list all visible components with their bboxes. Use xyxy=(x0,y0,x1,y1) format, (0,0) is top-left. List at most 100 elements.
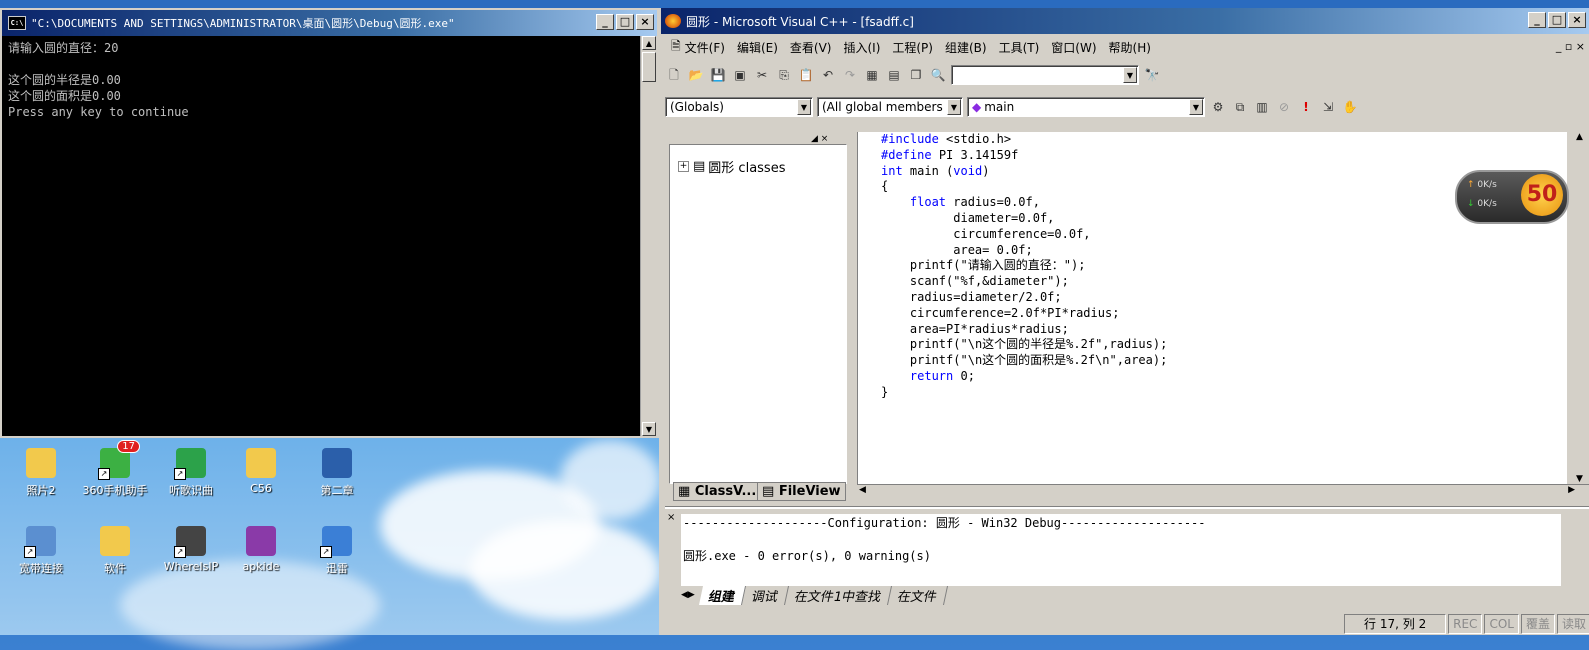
workspace-icon[interactable]: ▦ xyxy=(863,66,881,84)
desktop-icon[interactable]: ↗ 宽带连接 xyxy=(6,526,76,576)
wizard-actions-icon[interactable]: ⚙ xyxy=(1209,98,1227,116)
cursor-position: 行 17, 列 2 xyxy=(1344,614,1447,634)
vc-title-bar[interactable]: 圆形 - Microsoft Visual C++ - [fsadff.c] _… xyxy=(661,8,1589,34)
desktop-icon[interactable]: apkide xyxy=(226,526,296,573)
console-scrollbar[interactable]: ▲ ▼ xyxy=(640,36,658,436)
save-icon[interactable]: 💾 xyxy=(709,66,727,84)
breakpoint-icon[interactable]: ✋ xyxy=(1341,98,1359,116)
vc-app-icon xyxy=(665,14,681,28)
paste-icon[interactable]: 📋 xyxy=(797,66,815,84)
menu-item[interactable]: 窗口(W) xyxy=(1051,39,1096,56)
find-in-files-icon[interactable]: 🔍 xyxy=(929,66,947,84)
undo-icon[interactable]: ↶ xyxy=(819,66,837,84)
desktop-icon[interactable]: C56 xyxy=(226,448,296,495)
classview-icon: ▦ xyxy=(678,484,691,499)
code-line: printf("\n这个圆的面积是%.2f\n",area); xyxy=(909,353,1168,368)
menu-item[interactable]: 帮助(H) xyxy=(1109,39,1151,56)
desktop-icon[interactable]: ↗ 迅雷 xyxy=(302,526,372,576)
tab-scroll-arrows[interactable]: ◀▶ xyxy=(681,590,695,600)
mdi-controls[interactable]: _ ▫ × xyxy=(1556,40,1585,53)
code-line: scanf("%f,&diameter"); xyxy=(909,274,1069,289)
tree-root-item[interactable]: + ▤ 圆形 classes xyxy=(678,157,785,176)
desktop-icon[interactable]: 17 ↗ 360手机助手 xyxy=(80,440,150,498)
code-line: radius=diameter/2.0f; xyxy=(909,289,1062,304)
members-combo[interactable]: (All global members ▼ xyxy=(817,97,963,117)
menu-item[interactable]: 插入(I) xyxy=(843,39,880,56)
output-tab[interactable]: 在文件 xyxy=(888,585,949,605)
vc-maximize-button[interactable]: □ xyxy=(1548,12,1566,28)
desktop-icon[interactable]: ↗ 听歌识曲 xyxy=(156,448,226,498)
function-combo[interactable]: ◆ main ▼ xyxy=(967,97,1205,117)
console-title-bar[interactable]: C:\ "C:\DOCUMENTS AND SETTINGS\ADMINISTR… xyxy=(2,10,657,36)
console-window[interactable]: C:\ "C:\DOCUMENTS AND SETTINGS\ADMINISTR… xyxy=(0,8,659,438)
cut-icon[interactable]: ✂ xyxy=(753,66,771,84)
window-list-icon[interactable]: ❐ xyxy=(907,66,925,84)
output-line: --------------------Configuration: 圆形 - … xyxy=(683,516,1206,530)
output-tabs: ◀▶ 组建 调试 在文件1中查找 在文件 xyxy=(681,585,1571,605)
output-tab[interactable]: 在文件1中查找 xyxy=(784,585,893,605)
code-line: printf("\n这个圆的半径是%.2f",radius); xyxy=(909,337,1168,352)
menu-item[interactable]: 工程(P) xyxy=(892,39,933,56)
output-icon[interactable]: ▤ xyxy=(885,66,903,84)
console-close-button[interactable]: × xyxy=(636,14,654,30)
tab-classview[interactable]: ▦ ClassV... xyxy=(673,482,762,501)
stop-build-icon[interactable]: ⊘ xyxy=(1275,98,1293,116)
speed-widget[interactable]: ↑ 0K/s ↓ 0K/s 50 xyxy=(1455,170,1569,224)
menu-item[interactable]: 工具(T) xyxy=(999,39,1040,56)
overwrite-indicator: 覆盖 xyxy=(1520,614,1555,634)
execute-icon[interactable]: ! xyxy=(1297,98,1315,116)
desktop-icon[interactable]: 软件 xyxy=(80,526,150,576)
desktop-icon[interactable]: 照片2 xyxy=(6,448,76,498)
redo-icon[interactable]: ↷ xyxy=(841,66,859,84)
menu-item[interactable]: 文件(F) xyxy=(685,39,725,56)
word-document-icon xyxy=(322,448,352,478)
code-line: area=PI*radius*radius; xyxy=(909,321,1069,336)
vc-close-button[interactable]: × xyxy=(1568,12,1586,28)
output-tab[interactable]: 组建 xyxy=(698,585,746,605)
folder-icon xyxy=(100,526,130,556)
build-icon[interactable]: ▥ xyxy=(1253,98,1271,116)
compile-icon[interactable]: ⧉ xyxy=(1231,98,1249,116)
menu-item[interactable]: 组建(B) xyxy=(945,39,987,56)
new-file-icon[interactable]: 🗋 xyxy=(665,66,683,84)
desktop-icon[interactable]: 第二章 xyxy=(302,448,372,498)
whereisip-icon: ↗ xyxy=(174,526,206,558)
open-icon[interactable]: 📂 xyxy=(687,66,705,84)
output-pane[interactable]: --------------------Configuration: 圆形 - … xyxy=(681,514,1561,586)
scroll-down-icon[interactable]: ▼ xyxy=(642,422,656,436)
editor-gutter xyxy=(857,132,878,484)
editor-hscrollbar[interactable]: ◀ ▶ xyxy=(857,484,1589,501)
vc-minimize-button[interactable]: _ xyxy=(1528,12,1546,28)
desktop-icon-label: 迅雷 xyxy=(326,562,348,575)
desktop-icon[interactable]: ↗ WhereIsIP xyxy=(156,526,226,573)
code-line: circumference=2.0f*PI*radius; xyxy=(909,305,1120,320)
output-tab[interactable]: 调试 xyxy=(741,585,789,605)
console-maximize-button[interactable]: □ xyxy=(616,14,634,30)
code-line: circumference=0.0f, xyxy=(953,226,1091,241)
readonly-indicator: 读取 xyxy=(1556,614,1589,634)
globals-combo[interactable]: (Globals) ▼ xyxy=(665,97,813,117)
console-minimize-button[interactable]: _ xyxy=(596,14,614,30)
console-scroll-thumb[interactable] xyxy=(642,52,656,82)
workspace-pane-controls[interactable]: ◢ × xyxy=(811,134,828,144)
find-combo[interactable]: ▼ xyxy=(951,65,1139,85)
scroll-up-icon[interactable]: ▲ xyxy=(642,36,656,50)
console-line: 这个圆的半径是0.00 xyxy=(8,73,121,87)
editor-vscrollbar[interactable]: ▲ ▼ xyxy=(1573,132,1589,484)
output-pane-close[interactable]: × xyxy=(667,512,675,523)
vc-window[interactable]: 圆形 - Microsoft Visual C++ - [fsadff.c] _… xyxy=(659,8,1589,635)
menu-item[interactable]: 编辑(E) xyxy=(737,39,778,56)
copy-icon[interactable]: ⎘ xyxy=(775,66,793,84)
go-icon[interactable]: ⇲ xyxy=(1319,98,1337,116)
workspace-tree[interactable]: + ▤ 圆形 classes xyxy=(669,144,847,484)
shortcut-arrow-icon: ↗ xyxy=(174,468,186,480)
standard-toolbar: 🗋 📂 💾 ▣ ✂ ⎘ 📋 ↶ ↷ ▦ ▤ ❐ 🔍 ▼ 🔭 xyxy=(665,62,1161,88)
vc-menu-bar: 🗎 文件(F) 编辑(E) 查看(V) 插入(I) 工程(P) 组建(B) 工具(T) 窗口(… xyxy=(661,36,1589,58)
find-icon[interactable]: 🔭 xyxy=(1143,66,1161,84)
expand-icon[interactable]: + xyxy=(678,161,689,172)
tab-fileview[interactable]: ▤ FileView xyxy=(757,482,846,501)
save-all-icon[interactable]: ▣ xyxy=(731,66,749,84)
menu-item[interactable]: 查看(V) xyxy=(790,39,832,56)
console-line: 这个圆的面积是0.00 xyxy=(8,89,121,103)
